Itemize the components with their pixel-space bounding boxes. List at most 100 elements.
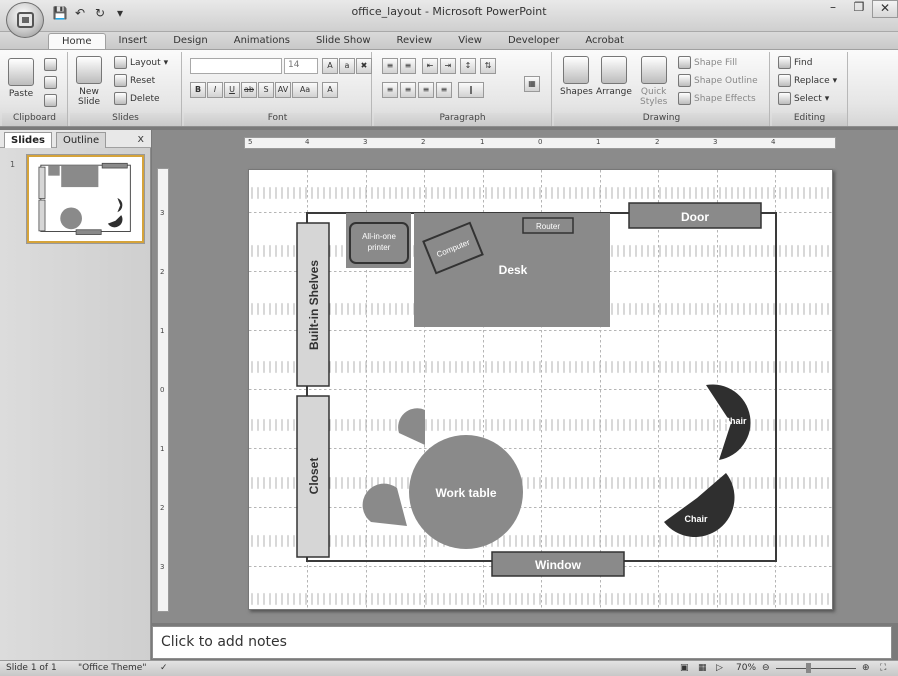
router-label: Router bbox=[536, 222, 560, 231]
line-spacing-icon[interactable]: ↕ bbox=[460, 58, 476, 74]
font-name-field[interactable] bbox=[190, 58, 282, 74]
smartart-icon[interactable]: ▦ bbox=[524, 76, 540, 92]
text-direction-icon[interactable]: ⇅ bbox=[480, 58, 496, 74]
desk-label: Desk bbox=[499, 263, 528, 277]
quick-styles-icon bbox=[640, 56, 667, 84]
window-title: office_layout - Microsoft PowerPoint bbox=[351, 5, 547, 18]
align-left-icon[interactable]: ≡ bbox=[382, 82, 398, 98]
tab-insert[interactable]: Insert bbox=[106, 33, 161, 49]
find-button[interactable]: Find bbox=[778, 56, 812, 69]
ruler-number: 3 bbox=[713, 138, 718, 146]
font-size-field[interactable]: 14 bbox=[284, 58, 318, 74]
increase-indent-icon[interactable]: ⇥ bbox=[440, 58, 456, 74]
fit-to-window-icon[interactable]: ⛶ bbox=[880, 663, 886, 673]
tab-animations[interactable]: Animations bbox=[221, 33, 303, 49]
ruler-number: 3 bbox=[160, 209, 165, 217]
shadow-icon[interactable]: S bbox=[258, 82, 274, 98]
replace-button[interactable]: Replace ▾ bbox=[778, 74, 837, 87]
tab-slide-show[interactable]: Slide Show bbox=[303, 33, 384, 49]
shape-outline-icon bbox=[678, 74, 691, 87]
bold-icon[interactable]: B bbox=[190, 82, 206, 98]
slide-canvas[interactable]: Desk All-in-one printer Computer Router … bbox=[248, 169, 833, 610]
paste-icon bbox=[8, 58, 34, 86]
tab-home[interactable]: Home bbox=[48, 33, 106, 49]
arrange-button[interactable]: Arrange bbox=[596, 56, 632, 97]
paste-button[interactable]: Paste bbox=[8, 58, 34, 99]
shrink-font-icon[interactable]: a bbox=[339, 58, 355, 74]
tab-view[interactable]: View bbox=[445, 33, 495, 49]
char-spacing-icon[interactable]: AV bbox=[275, 82, 291, 98]
grow-font-icon[interactable]: A bbox=[322, 58, 338, 74]
format-painter-icon[interactable] bbox=[44, 94, 57, 107]
office-button[interactable] bbox=[6, 2, 44, 38]
shape-fill-icon bbox=[678, 56, 691, 69]
decrease-indent-icon[interactable]: ⇤ bbox=[422, 58, 438, 74]
minimize-button[interactable]: – bbox=[820, 0, 846, 18]
font-color-icon[interactable]: A bbox=[322, 82, 338, 98]
normal-view-icon[interactable]: ▣ bbox=[680, 663, 689, 673]
justify-icon[interactable]: ≡ bbox=[436, 82, 452, 98]
ribbon: Paste Clipboard New Slide Layout ▾ Reset … bbox=[0, 49, 898, 127]
tab-slides[interactable]: Slides bbox=[4, 132, 52, 148]
tab-review[interactable]: Review bbox=[384, 33, 446, 49]
chair-bottom-shape[interactable] bbox=[664, 473, 735, 537]
drawing-group: Shapes Arrange Quick Styles Shape Fill S… bbox=[554, 52, 770, 126]
shape-fill-button[interactable]: Shape Fill bbox=[678, 56, 737, 69]
door-label: Door bbox=[681, 210, 709, 224]
notes-pane[interactable]: Click to add notes bbox=[152, 626, 892, 659]
zoom-slider[interactable] bbox=[776, 668, 856, 669]
chevron-down-icon: ▾ bbox=[824, 93, 830, 104]
new-slide-button[interactable]: New Slide bbox=[76, 56, 102, 107]
clipboard-group: Paste Clipboard bbox=[2, 52, 68, 126]
ruler-number: 3 bbox=[160, 563, 165, 571]
shape-effects-button[interactable]: Shape Effects bbox=[678, 92, 756, 105]
printer-label-line-2: printer bbox=[368, 243, 391, 252]
delete-button[interactable]: Delete bbox=[114, 92, 160, 105]
slide-count: Slide 1 of 1 bbox=[6, 663, 57, 673]
copy-icon[interactable] bbox=[44, 76, 57, 89]
zoom-out-icon[interactable]: ⊖ bbox=[762, 663, 770, 673]
zoom-in-icon[interactable]: ⊕ bbox=[862, 663, 870, 673]
zoom-level[interactable]: 70% bbox=[736, 663, 756, 673]
cut-icon[interactable] bbox=[44, 58, 57, 71]
small-chair-top[interactable] bbox=[398, 408, 425, 445]
close-icon[interactable]: x bbox=[137, 132, 144, 145]
shapes-button[interactable]: Shapes bbox=[560, 56, 593, 97]
restore-button[interactable]: ❐ bbox=[846, 0, 872, 18]
paragraph-group: ≡ ≡ ⇤ ⇥ ↕ ⇅ ≡ ≡ ≡ ≡ ‖ ▦ Paragraph bbox=[374, 52, 552, 126]
close-button[interactable]: ✕ bbox=[872, 0, 898, 18]
italic-icon[interactable]: I bbox=[207, 82, 223, 98]
align-center-icon[interactable]: ≡ bbox=[400, 82, 416, 98]
zoom-slider-thumb[interactable] bbox=[806, 663, 811, 673]
ruler-number: 2 bbox=[655, 138, 660, 146]
ruler-number: 4 bbox=[771, 138, 776, 146]
strikethrough-icon[interactable]: ab bbox=[241, 82, 257, 98]
spell-check-icon[interactable]: ✓ bbox=[160, 663, 168, 673]
slide-thumbnail[interactable] bbox=[27, 155, 144, 243]
select-button[interactable]: Select ▾ bbox=[778, 92, 829, 105]
clear-format-icon[interactable]: ✖ bbox=[356, 58, 372, 74]
align-right-icon[interactable]: ≡ bbox=[418, 82, 434, 98]
drawing-group-label: Drawing bbox=[554, 113, 769, 126]
layout-button[interactable]: Layout ▾ bbox=[114, 56, 168, 69]
tab-outline[interactable]: Outline bbox=[56, 132, 107, 148]
tab-developer[interactable]: Developer bbox=[495, 33, 572, 49]
theme-name[interactable]: "Office Theme" bbox=[78, 663, 146, 673]
quick-styles-button[interactable]: Quick Styles bbox=[640, 56, 667, 107]
slides-pane: Slides Outline x 1 bbox=[0, 130, 151, 661]
window-label: Window bbox=[535, 558, 582, 572]
shape-outline-button[interactable]: Shape Outline bbox=[678, 74, 758, 87]
replace-icon bbox=[778, 74, 791, 87]
numbering-icon[interactable]: ≡ bbox=[400, 58, 416, 74]
slide-sorter-icon[interactable]: ▦ bbox=[698, 663, 707, 673]
underline-icon[interactable]: U bbox=[224, 82, 240, 98]
reset-button[interactable]: Reset bbox=[114, 74, 155, 87]
slide-show-icon[interactable]: ▷ bbox=[716, 663, 723, 673]
columns-icon[interactable]: ‖ bbox=[458, 82, 484, 98]
bullets-icon[interactable]: ≡ bbox=[382, 58, 398, 74]
tab-acrobat[interactable]: Acrobat bbox=[572, 33, 637, 49]
change-case-icon[interactable]: Aa bbox=[292, 82, 318, 98]
small-chair-left[interactable] bbox=[362, 483, 407, 526]
tab-design[interactable]: Design bbox=[160, 33, 221, 49]
chair-bottom-label: Chair bbox=[684, 514, 708, 524]
